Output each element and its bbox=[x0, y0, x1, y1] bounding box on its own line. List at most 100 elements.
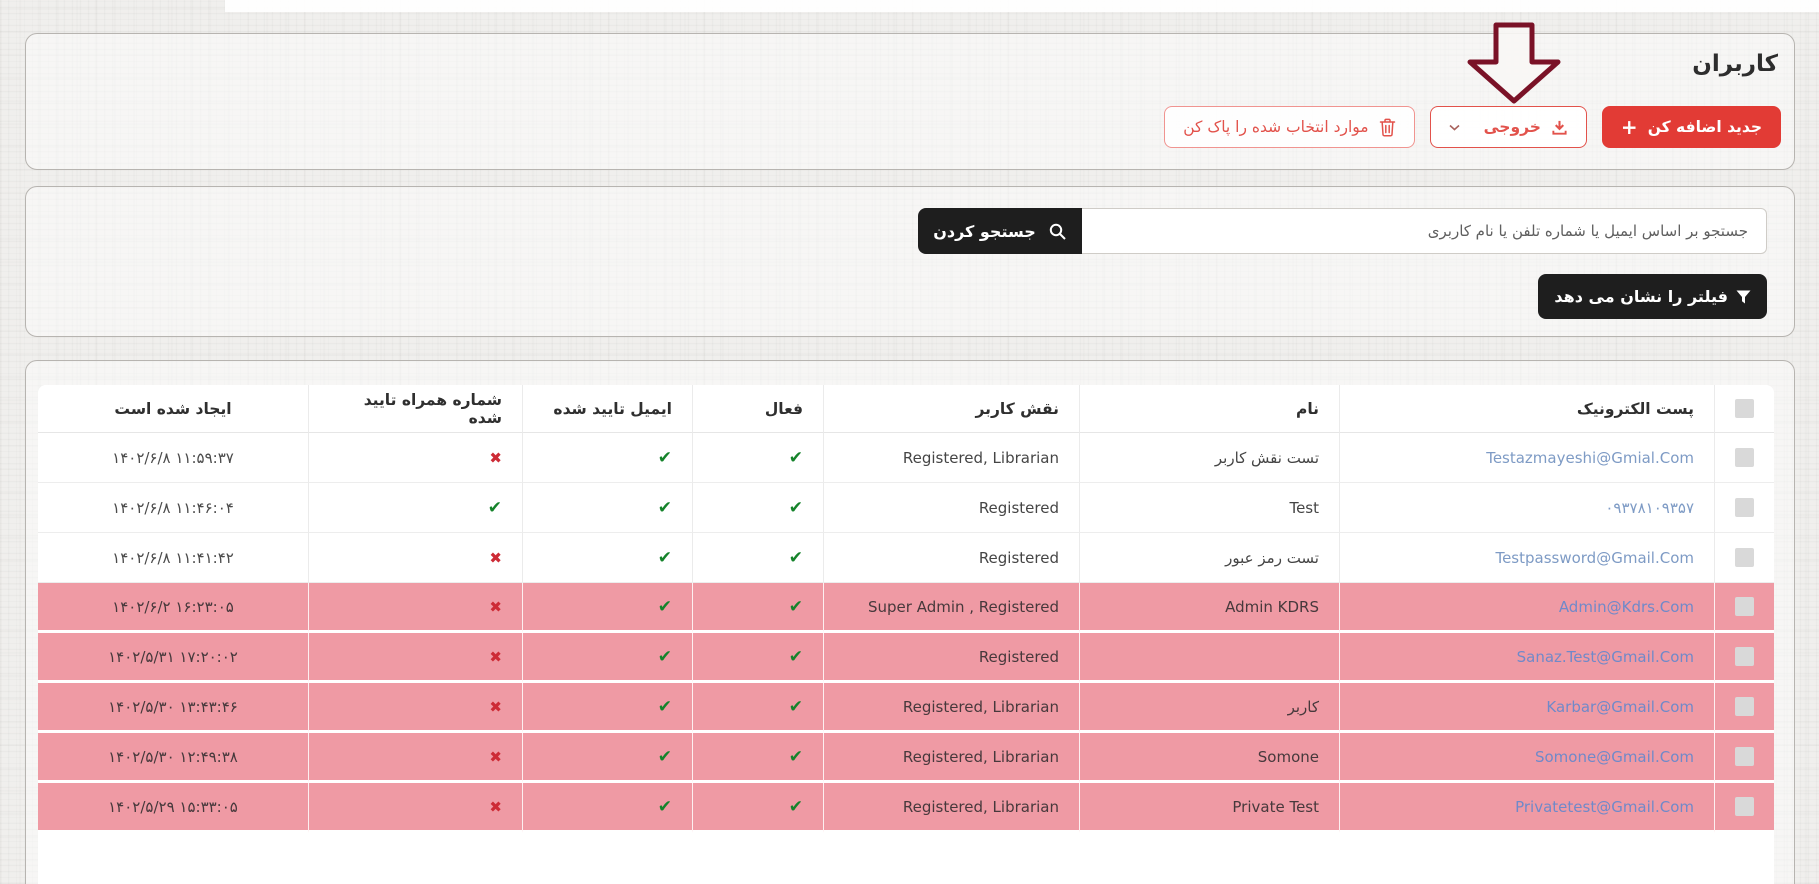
search-icon bbox=[1048, 222, 1067, 241]
check-icon: ✔ bbox=[658, 747, 672, 767]
table-row: Testazmayeshi@Gmial.Com تست نقش کاربر Regi… bbox=[38, 433, 1774, 483]
check-icon: ✔ bbox=[789, 797, 803, 817]
check-icon: ✔ bbox=[789, 498, 803, 518]
check-icon: ✔ bbox=[658, 548, 672, 568]
chevron-down-icon bbox=[1449, 124, 1460, 131]
users-admin-page: { "page": { "title": "کاربران" }, "toolb… bbox=[0, 0, 1819, 884]
cross-icon: ✖ bbox=[489, 549, 502, 567]
created-at: ۱۴۰۲/۵/۳۱ ۱۷:۲۰:۰۲ bbox=[108, 648, 238, 666]
check-icon: ✔ bbox=[658, 498, 672, 518]
trash-icon bbox=[1379, 118, 1396, 137]
table-card: پست الکترونیک نام نقش کاربر فعال ایمیل ت… bbox=[25, 360, 1795, 884]
check-icon: ✔ bbox=[488, 498, 502, 518]
row-checkbox[interactable] bbox=[1735, 747, 1754, 766]
user-name: تست رمز عبور bbox=[1225, 549, 1319, 567]
check-icon: ✔ bbox=[658, 697, 672, 717]
table-row: Testpassword@Gmail.Com تست رمز عبور Regist… bbox=[38, 533, 1774, 583]
row-checkbox[interactable] bbox=[1735, 548, 1754, 567]
delete-selected-button[interactable]: موارد انتخاب شده را پاک کن bbox=[1164, 106, 1414, 148]
header-phone-confirmed: شماره همراه تایید شده bbox=[308, 385, 522, 433]
table-row: ۰۹۳۷۸۱۰۹۳۵۷TestRegistered✔✔✔۱۴۰۲/۶/۸ ۱۱:… bbox=[38, 483, 1774, 533]
row-checkbox[interactable] bbox=[1735, 498, 1754, 517]
check-icon: ✔ bbox=[658, 797, 672, 817]
download-icon bbox=[1551, 119, 1568, 136]
user-email-link[interactable]: Testazmayeshi@Gmial.Com bbox=[1486, 449, 1694, 467]
table-header-row: پست الکترونیک نام نقش کاربر فعال ایمیل ت… bbox=[38, 385, 1774, 433]
user-name: Private Test bbox=[1232, 798, 1319, 816]
delete-selected-label: موارد انتخاب شده را پاک کن bbox=[1183, 118, 1368, 136]
row-checkbox[interactable] bbox=[1735, 448, 1754, 467]
row-checkbox[interactable] bbox=[1735, 697, 1754, 716]
plus-icon: + bbox=[1621, 117, 1638, 137]
created-at: ۱۴۰۲/۶/۸ ۱۱:۵۹:۳۷ bbox=[112, 449, 234, 467]
user-email-link[interactable]: Admin@Kdrs.Com bbox=[1559, 598, 1694, 616]
check-icon: ✔ bbox=[789, 597, 803, 617]
header-email: پست الکترونیک bbox=[1339, 385, 1714, 433]
search-input[interactable] bbox=[1082, 208, 1767, 254]
user-name: Test bbox=[1289, 499, 1319, 517]
user-email-link[interactable]: Somone@Gmail.Com bbox=[1535, 748, 1694, 766]
user-name: تست نقش کاربر bbox=[1215, 449, 1319, 467]
check-icon: ✔ bbox=[789, 747, 803, 767]
header-email-confirmed: ایمیل تایید شده bbox=[522, 385, 692, 433]
add-new-button[interactable]: جدید اضافه کن + bbox=[1602, 106, 1781, 148]
user-role: Registered, Librarian bbox=[903, 748, 1059, 766]
created-at: ۱۴۰۲/۵/۳۰ ۱۲:۴۹:۳۸ bbox=[108, 748, 238, 766]
header-role: نقش کاربر bbox=[823, 385, 1079, 433]
created-at: ۱۴۰۲/۶/۲ ۱۶:۲۳:۰۵ bbox=[112, 598, 234, 616]
check-icon: ✔ bbox=[658, 647, 672, 667]
check-icon: ✔ bbox=[658, 597, 672, 617]
check-icon: ✔ bbox=[658, 448, 672, 468]
top-white-strip bbox=[225, 0, 1819, 12]
search-button[interactable]: جستجو کردن bbox=[918, 208, 1082, 254]
header-active: فعال bbox=[692, 385, 823, 433]
row-checkbox[interactable] bbox=[1735, 597, 1754, 616]
user-role: Super Admin , Registered bbox=[868, 598, 1059, 616]
search-group: جستجو کردن bbox=[918, 208, 1767, 254]
user-email-link[interactable]: Karbar@Gmail.Com bbox=[1546, 698, 1694, 716]
show-filter-button[interactable]: فیلتر را نشان می دهد bbox=[1538, 274, 1767, 319]
search-card: جستجو کردن فیلتر را نشان می دهد bbox=[25, 186, 1795, 337]
cross-icon: ✖ bbox=[489, 598, 502, 616]
user-email-link[interactable]: Sanaz.Test@Gmail.Com bbox=[1517, 648, 1694, 666]
user-role: Registered bbox=[979, 648, 1059, 666]
user-role: Registered, Librarian bbox=[903, 798, 1059, 816]
select-all-checkbox[interactable] bbox=[1735, 399, 1754, 418]
header-name: نام bbox=[1079, 385, 1339, 433]
table-row: Somone@Gmail.ComSomoneRegistered, Librar… bbox=[38, 733, 1774, 783]
users-table-body: Testazmayeshi@Gmial.Com تست نقش کاربر Regi… bbox=[38, 433, 1774, 833]
show-filter-label: فیلتر را نشان می دهد bbox=[1554, 287, 1728, 306]
check-icon: ✔ bbox=[789, 647, 803, 667]
cross-icon: ✖ bbox=[489, 798, 502, 816]
user-name: Admin KDRS bbox=[1225, 598, 1319, 616]
user-role: Registered bbox=[979, 549, 1059, 567]
cross-icon: ✖ bbox=[489, 449, 502, 467]
user-role: Registered, Librarian bbox=[903, 449, 1059, 467]
user-name: کاربر bbox=[1288, 698, 1319, 716]
user-email-link[interactable]: ۰۹۳۷۸۱۰۹۳۵۷ bbox=[1605, 499, 1694, 517]
cross-icon: ✖ bbox=[489, 748, 502, 766]
table-row: Sanaz.Test@Gmail.Com Registered ✔ ✔ ✖ ۱۴۰۲/۵/… bbox=[38, 633, 1774, 683]
export-button[interactable]: خروجی bbox=[1430, 106, 1587, 148]
check-icon: ✔ bbox=[789, 448, 803, 468]
created-at: ۱۴۰۲/۵/۲۹ ۱۵:۳۳:۰۵ bbox=[108, 798, 238, 816]
export-label: خروجی bbox=[1484, 118, 1541, 136]
users-table: پست الکترونیک نام نقش کاربر فعال ایمیل ت… bbox=[38, 385, 1774, 884]
row-checkbox[interactable] bbox=[1735, 797, 1754, 816]
created-at: ۱۴۰۲/۶/۸ ۱۱:۴۱:۴۲ bbox=[112, 549, 234, 567]
header-created: ایجاد شده است bbox=[38, 385, 308, 433]
row-checkbox[interactable] bbox=[1735, 647, 1754, 666]
check-icon: ✔ bbox=[789, 548, 803, 568]
table-row: Admin@Kdrs.Com Admin KDRS Super Admin , Re… bbox=[38, 583, 1774, 633]
add-new-label: جدید اضافه کن bbox=[1648, 118, 1762, 136]
cross-icon: ✖ bbox=[489, 648, 502, 666]
cross-icon: ✖ bbox=[489, 698, 502, 716]
user-email-link[interactable]: Testpassword@Gmail.Com bbox=[1495, 549, 1694, 567]
table-row: Karbar@Gmail.Com کاربر Registered, Librari… bbox=[38, 683, 1774, 733]
search-button-label: جستجو کردن bbox=[933, 222, 1036, 241]
page-title: کاربران bbox=[1692, 51, 1778, 77]
created-at: ۱۴۰۲/۵/۳۰ ۱۳:۴۳:۴۶ bbox=[108, 698, 238, 716]
user-role: Registered, Librarian bbox=[903, 698, 1059, 716]
filter-funnel-icon bbox=[1736, 290, 1751, 304]
user-email-link[interactable]: Privatetest@Gmail.Com bbox=[1515, 798, 1694, 816]
